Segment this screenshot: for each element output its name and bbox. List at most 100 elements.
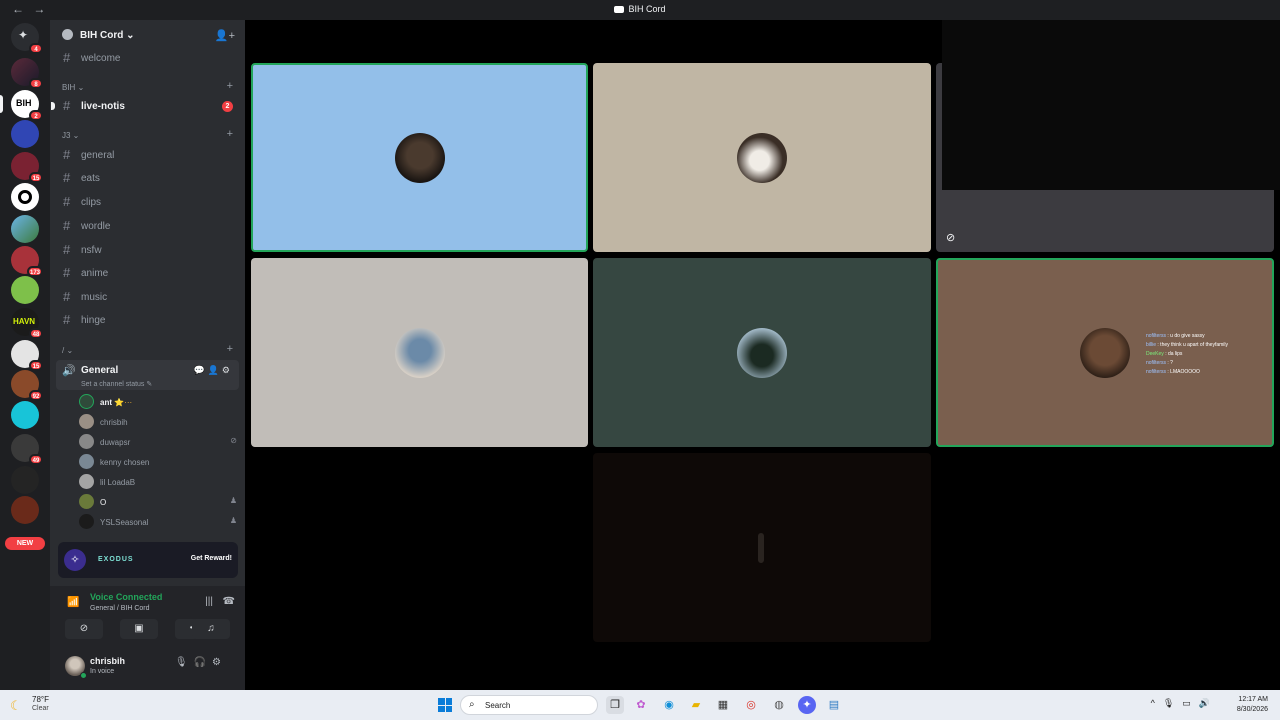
deafened-icon: ⊘	[230, 436, 237, 445]
network-icon[interactable]: ▭	[1182, 698, 1199, 708]
discord-home-button[interactable]: ✦ 4	[11, 23, 43, 54]
channel-status[interactable]: Set a channel status ✎	[81, 380, 152, 388]
voice-connection: 📶 Voice Connected General / BIH Cord |||…	[65, 592, 235, 616]
channel-wordle[interactable]: # wordle	[56, 216, 239, 236]
server-initials: BIH	[16, 98, 32, 108]
channel-general[interactable]: # general	[56, 145, 239, 165]
voice-status[interactable]: Voice Connected	[90, 592, 162, 602]
server-icon[interactable]	[11, 183, 39, 211]
mic-tray-icon[interactable]: 🎙	[1163, 698, 1182, 708]
start-button[interactable]	[438, 698, 452, 712]
store-icon[interactable]: ▦	[714, 696, 732, 714]
popout-video[interactable]	[942, 20, 1280, 190]
channel-nsfw[interactable]: # nsfw	[56, 240, 239, 260]
system-clock[interactable]: 12:17 AM 8/30/2026	[1237, 695, 1268, 715]
server-icon-bih[interactable]: BIH 2	[0, 90, 43, 121]
noise-suppression-icon[interactable]: |||	[205, 596, 213, 607]
task-view-icon[interactable]: ❐	[606, 696, 624, 714]
copilot-icon[interactable]: ✿	[632, 696, 650, 714]
server-icon[interactable]: 173	[11, 246, 43, 277]
promo-banner[interactable]: ✧ EXODUS Get Reward!	[58, 542, 238, 578]
disconnect-icon[interactable]: ☎	[223, 596, 235, 607]
voice-member[interactable]: kenny chosen	[78, 453, 238, 471]
participant-avatar	[1080, 327, 1130, 378]
server-icon[interactable]: 15	[11, 152, 43, 183]
taskbar-search[interactable]: ⌕ Search	[460, 695, 598, 715]
discord-taskbar-icon[interactable]: ✦	[798, 696, 816, 714]
server-icon[interactable]: 8	[11, 58, 43, 89]
chat-icon[interactable]: 💬	[193, 365, 207, 375]
invite-icon[interactable]: 👤	[208, 365, 222, 375]
voice-member[interactable]: YSLSeasonal ♟	[78, 513, 238, 531]
voice-member[interactable]: duwapsr ⊘	[78, 433, 238, 451]
participant-avatar	[737, 327, 787, 378]
create-channel-icon[interactable]: +	[227, 343, 233, 355]
channel-eats[interactable]: # eats	[56, 168, 239, 188]
server-icon[interactable]	[11, 496, 39, 524]
participant-tile[interactable]	[593, 258, 931, 447]
channel-sidebar: BIH Cord ⌄ 👤+ # welcome BIH ⌄ + # live-not…	[50, 20, 245, 690]
create-channel-icon[interactable]: +	[227, 80, 233, 92]
server-icon[interactable]	[11, 120, 39, 148]
invite-people-icon[interactable]: 👤+	[215, 29, 235, 42]
server-icon[interactable]	[11, 215, 39, 243]
get-reward-button[interactable]: Get Reward!	[191, 555, 232, 562]
voice-member[interactable]: ant ⭐···	[78, 393, 238, 411]
volume-icon[interactable]: 🔊	[1199, 698, 1218, 708]
channel-live-notis[interactable]: # live-notis 2	[56, 96, 239, 116]
create-channel-icon[interactable]: +	[227, 128, 233, 140]
server-icon[interactable]	[11, 401, 39, 429]
channel-label: welcome	[81, 53, 121, 64]
camera-off-button[interactable]: ⊘	[65, 619, 103, 639]
unread-badge: 4	[29, 43, 43, 54]
channel-clips[interactable]: # clips	[56, 192, 239, 212]
server-icon[interactable]	[11, 466, 39, 494]
category-j3[interactable]: J3 ⌄	[62, 131, 79, 140]
voice-member[interactable]: O ♟	[78, 493, 238, 511]
hash-icon: #	[63, 218, 71, 233]
channel-anime[interactable]: # anime	[56, 263, 239, 283]
avatar	[79, 414, 94, 429]
channel-welcome[interactable]: # welcome	[56, 48, 239, 68]
title-bar: ← → BIH Cord	[0, 0, 1280, 20]
app-icon[interactable]: ◍	[770, 696, 788, 714]
tray-chevron-icon[interactable]: ^	[1151, 698, 1163, 708]
soundboard-button[interactable]: ♫	[192, 619, 230, 639]
signal-icon[interactable]: 📶	[67, 597, 79, 608]
username[interactable]: chrisbih	[90, 656, 125, 666]
channel-music[interactable]: # music	[56, 287, 239, 307]
voice-location[interactable]: General / BIH Cord	[90, 605, 150, 612]
server-icon[interactable]: 15	[11, 340, 43, 371]
participant-avatar	[394, 327, 445, 378]
chrome-icon[interactable]: ◎	[742, 696, 760, 714]
participant-tile[interactable]	[251, 258, 588, 447]
user-settings-gear-icon[interactable]: ⚙	[212, 657, 227, 668]
share-screen-button[interactable]: ▣	[120, 619, 158, 639]
category-bih[interactable]: BIH ⌄	[62, 83, 84, 92]
notepad-icon[interactable]: ▤	[825, 696, 843, 714]
participant-tile[interactable]	[251, 63, 588, 252]
server-icon[interactable]	[11, 276, 39, 304]
server-icon[interactable]: 49	[11, 434, 43, 465]
avatar	[79, 474, 94, 489]
hash-icon: #	[63, 289, 71, 304]
voice-member[interactable]: chrisbih	[78, 413, 238, 431]
microphone-icon[interactable]: 🎙	[175, 657, 194, 668]
windows-taskbar: ☾ 78°F Clear ⌕ Search ❐ ✿ ◉ ▰ ▦ ◎ ◍ ✦ ▤ …	[0, 690, 1280, 720]
guild-icon	[62, 29, 73, 40]
server-icon[interactable]: HAVN 48	[11, 308, 43, 339]
server-icon[interactable]: 92	[11, 370, 43, 401]
settings-gear-icon[interactable]: ⚙	[222, 365, 233, 375]
voice-member[interactable]: lil LoadaB	[78, 473, 238, 491]
participant-tile[interactable]	[593, 63, 931, 252]
channel-hinge[interactable]: # hinge	[56, 310, 239, 330]
category-slash[interactable]: / ⌄	[62, 346, 73, 355]
file-explorer-icon[interactable]: ▰	[687, 696, 705, 714]
guild-header[interactable]: BIH Cord ⌄ 👤+	[50, 20, 245, 50]
voice-channel-general[interactable]: 🔊 General Set a channel status ✎ 💬👤⚙	[56, 360, 239, 390]
video-tile[interactable]	[593, 453, 931, 642]
headphones-icon[interactable]: 🎧	[194, 657, 212, 668]
edge-icon[interactable]: ◉	[660, 696, 678, 714]
stream-tile[interactable]: nofilterss : u do give sassy billie : th…	[936, 258, 1274, 447]
voice-channel-name: General	[81, 365, 119, 376]
